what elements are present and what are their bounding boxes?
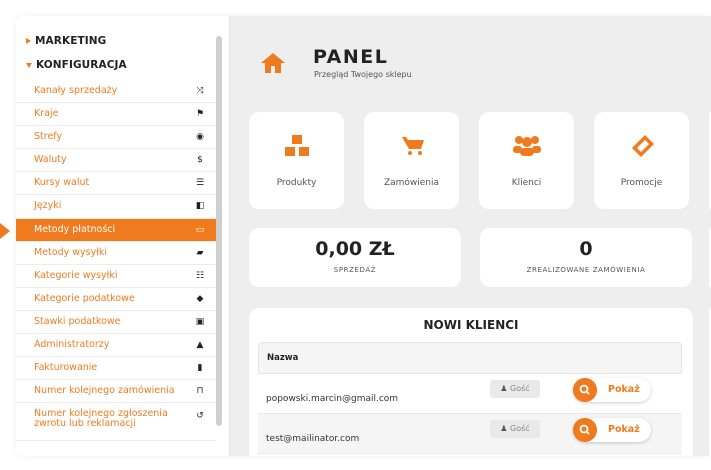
list-icon: ☷ — [195, 270, 205, 281]
sidebar-scrollbar[interactable] — [216, 36, 222, 426]
sidebar-item-label: Numer kolejnego zamówienia — [34, 385, 175, 397]
table-row: test@mailinator.com ♟ Gość Pokaż — [258, 414, 682, 454]
sidebar-item-metody-platnosci[interactable]: Metody płatności ▭ — [16, 218, 216, 242]
active-pointer-icon — [0, 223, 10, 239]
sidebar-item-label: Fakturowanie — [34, 362, 98, 374]
tile-produkty[interactable]: Produkty — [249, 112, 344, 209]
sidebar-section-marketing[interactable]: MARKETING — [26, 35, 106, 47]
sidebar-item-administratorzy[interactable]: Administratorzy ▲ — [16, 334, 216, 358]
undo-icon: ↺ — [196, 411, 204, 422]
home-icon — [261, 53, 285, 73]
main-content: PANEL Przegląd Twojego sklepu Produkty Z… — [230, 16, 711, 456]
dollar-icon: $ — [197, 155, 203, 166]
stat-sales: 0,00 ZŁ SPRZEDAŻ — [249, 228, 461, 287]
show-button[interactable]: Pokaż — [573, 378, 651, 402]
cart-icon: ⊓ — [196, 386, 204, 397]
sidebar-item-strefy[interactable]: Strefy ◉ — [16, 126, 216, 150]
globe-icon: ◉ — [196, 132, 204, 143]
sidebar-item-numer-kolejnego-zgloszenia-zwrotu-lub-reklamacji[interactable]: Numer kolejnego zgłoszenia zwrotu lub re… — [16, 403, 216, 442]
truck-icon: ▰ — [196, 247, 204, 258]
sidebar-item-label: Numer kolejnego zgłoszenia zwrotu lub re… — [34, 408, 168, 430]
flag-icon: ⚑ — [195, 109, 205, 120]
users-icon — [513, 136, 541, 156]
language-icon: ◧ — [195, 201, 205, 212]
sidebar-item-stawki-podatkowe[interactable]: Stawki podatkowe ▣ — [16, 311, 216, 335]
money-icon: ▣ — [195, 316, 205, 327]
stat-completed-orders: 0 ZREALIZOWANE ZAMÓWIENIA — [480, 228, 692, 287]
new-customers-title: NOWI KLIENCI — [423, 318, 519, 332]
sidebar-menu: Kanały sprzedaży ⤨ Kraje ⚑ Strefy ◉ Waluty $ Kur… — [16, 80, 216, 442]
customers-table: Nazwa popowski.marcin@gmail.com ♟ Gość P… — [258, 342, 682, 454]
tile-zamowienia[interactable]: Zamówienia — [364, 112, 459, 209]
customer-email: test@mailinator.com — [266, 434, 360, 444]
table-row: popowski.marcin@gmail.com ♟ Gość Pokaż — [258, 374, 682, 414]
sidebar-item-label: Kategorie wysyłki — [34, 269, 118, 281]
sidebar-item-kraje[interactable]: Kraje ⚑ — [16, 103, 216, 127]
sidebar-item-label: Języki — [34, 200, 62, 212]
caret-down-icon — [26, 62, 32, 68]
page-subtitle: Przegląd Twojego sklepu — [314, 70, 412, 79]
sidebar-item-jezyki[interactable]: Języki ◧ — [16, 195, 216, 219]
user-icon: ♟ — [500, 424, 508, 433]
tag-icon: ◆ — [196, 293, 204, 304]
column-header-name: Nazwa — [258, 342, 682, 374]
sidebar-item-label: Waluty — [34, 154, 67, 166]
tile-klienci[interactable]: Klienci — [479, 112, 574, 209]
sidebar-item-label: Administratorzy — [34, 339, 110, 351]
cart-icon — [402, 137, 424, 155]
sidebar-section-konfiguracja[interactable]: KONFIGURACJA — [26, 59, 127, 71]
caret-right-icon — [26, 38, 31, 44]
sidebar-item-kategorie-wysylki[interactable]: Kategorie wysyłki ☷ — [16, 265, 216, 288]
sliders-icon: ☰ — [195, 178, 205, 189]
tile-promocje[interactable]: Promocje — [594, 112, 689, 209]
user-icon: ♟ — [500, 384, 508, 393]
customer-email: popowski.marcin@gmail.com — [266, 394, 399, 404]
sidebar-item-kanaly-sprzedazy[interactable]: Kanały sprzedaży ⤨ — [16, 80, 216, 104]
sidebar-item-waluty[interactable]: Waluty $ — [16, 149, 216, 173]
new-customers-panel: NOWI KLIENCI Nazwa popowski.marcin@gmail… — [249, 308, 693, 456]
lock-icon: ▲ — [196, 340, 204, 351]
show-button[interactable]: Pokaż — [573, 418, 651, 442]
sidebar-item-numer-kolejnego-zamowienia[interactable]: Numer kolejnego zamówienia ⊓ — [16, 380, 216, 404]
guest-badge: ♟ Gość — [490, 380, 540, 398]
sidebar-item-kursy-walut[interactable]: Kursy walut ☰ — [16, 172, 216, 196]
sidebar: MARKETING KONFIGURACJA Kanały sprzedaży ⤨… — [16, 16, 230, 456]
sidebar-item-label: Metody wysyłki — [34, 246, 108, 258]
sidebar-item-label: Kanały sprzedaży — [34, 85, 118, 96]
sidebar-item-label: Strefy — [34, 131, 63, 143]
sidebar-item-kategorie-podatkowe[interactable]: Kategorie podatkowe ◆ — [16, 288, 216, 311]
sidebar-item-label: Kategorie podatkowe — [34, 292, 135, 304]
search-icon — [573, 418, 597, 442]
sidebar-item-label: Stawki podatkowe — [34, 315, 121, 327]
page-title: PANEL — [313, 46, 389, 68]
sidebar-item-label: Kraje — [34, 108, 59, 120]
sidebar-item-fakturowanie[interactable]: Fakturowanie ▮ — [16, 357, 216, 381]
guest-badge: ♟ Gość — [490, 420, 540, 438]
credit-card-icon: ▭ — [195, 224, 205, 235]
cubes-icon — [285, 135, 309, 156]
shuffle-icon: ⤨ — [196, 86, 204, 96]
sidebar-item-label: Metody płatności — [34, 223, 116, 235]
sidebar-item-metody-wysylki[interactable]: Metody wysyłki ▰ — [16, 242, 216, 265]
ticket-icon — [632, 135, 654, 157]
sidebar-item-label: Kursy walut — [34, 177, 90, 189]
app-frame: MARKETING KONFIGURACJA Kanały sprzedaży ⤨… — [16, 16, 711, 456]
file-icon: ▮ — [197, 363, 203, 374]
search-icon — [573, 378, 597, 402]
